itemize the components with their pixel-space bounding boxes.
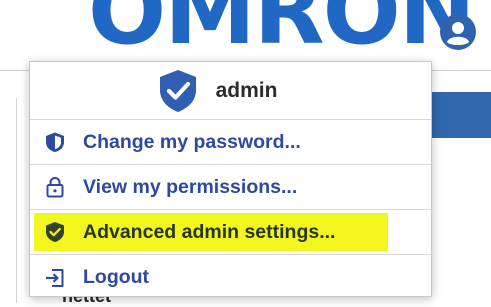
user-name: admin xyxy=(215,78,278,102)
account-icon[interactable] xyxy=(440,14,476,50)
logout-item[interactable]: Logout xyxy=(30,255,431,300)
sidebar-edge xyxy=(16,98,17,303)
account-dropdown: admin Change my password... View my perm… xyxy=(29,61,432,297)
header-band xyxy=(430,92,491,138)
logout-label: Logout xyxy=(83,266,150,288)
shield-check-icon xyxy=(159,69,196,112)
advanced-admin-settings-item[interactable]: Advanced admin settings... xyxy=(30,210,431,255)
change-password-item[interactable]: Change my password... xyxy=(30,120,431,165)
shield-icon xyxy=(46,132,64,152)
shield-check-icon xyxy=(46,222,64,242)
view-permissions-label: View my permissions... xyxy=(83,175,298,198)
advanced-admin-settings-label: Advanced admin settings... xyxy=(83,220,336,243)
change-password-label: Change my password... xyxy=(83,130,301,153)
omron-logo: OMRON xyxy=(88,0,476,65)
dropdown-header: admin xyxy=(30,62,431,120)
view-permissions-item[interactable]: View my permissions... xyxy=(30,165,431,210)
lock-icon xyxy=(46,176,64,198)
logout-icon xyxy=(46,268,64,287)
